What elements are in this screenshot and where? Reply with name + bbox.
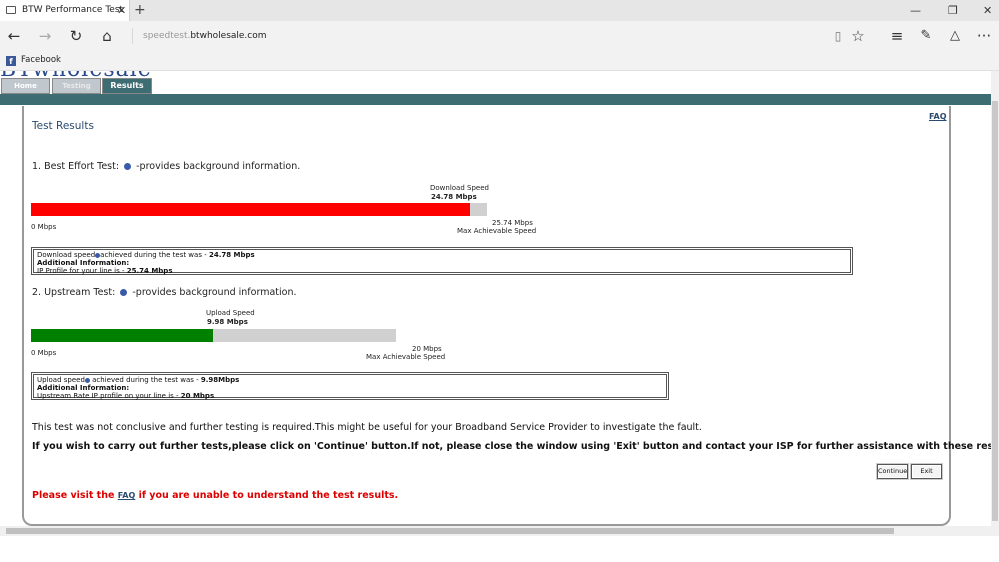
download-max-value: 25.74 Mbps bbox=[492, 219, 533, 227]
home-icon[interactable]: ⌂ bbox=[97, 26, 117, 46]
inconclusive-message: This test was not conclusive and further… bbox=[32, 422, 702, 433]
download-min-label: 0 Mbps bbox=[31, 223, 57, 231]
favorites-bar: f Facebook bbox=[0, 51, 999, 71]
faq-link[interactable]: FAQ bbox=[929, 112, 947, 121]
upload-min-label: 0 Mbps bbox=[31, 349, 57, 357]
nav-tab-results[interactable]: Results bbox=[102, 78, 152, 94]
faq-link-inline[interactable]: FAQ bbox=[118, 491, 136, 500]
download-bar-fill bbox=[31, 203, 470, 216]
download-bar-track bbox=[31, 203, 487, 216]
upload-max-value: 20 Mbps bbox=[412, 345, 442, 353]
address-bar[interactable]: speedtest.btwholesale.com bbox=[132, 28, 822, 44]
header-band bbox=[0, 94, 991, 105]
minimize-icon[interactable]: — bbox=[910, 0, 921, 21]
share-icon[interactable]: △ bbox=[945, 26, 965, 46]
page-content: BTwholesale Home Testing Results Test Re… bbox=[0, 71, 991, 526]
facebook-icon: f bbox=[6, 56, 16, 66]
tab-title: BTW Performance Test bbox=[22, 5, 124, 15]
nav-tab-testing[interactable]: Testing bbox=[52, 78, 101, 94]
status-area bbox=[0, 536, 999, 562]
favorite-facebook[interactable]: Facebook bbox=[21, 55, 61, 65]
upload-max-label: Max Achievable Speed bbox=[366, 353, 446, 361]
page-icon bbox=[6, 6, 16, 14]
vertical-scrollbar[interactable] bbox=[991, 71, 999, 526]
browser-tab[interactable]: BTW Performance Test ✕ bbox=[0, 0, 130, 21]
upload-speed-label: Upload Speed bbox=[206, 309, 255, 317]
upload-bar-track bbox=[31, 329, 396, 342]
horizontal-scrollbar[interactable] bbox=[0, 526, 999, 536]
download-max-label: Max Achievable Speed bbox=[457, 227, 537, 235]
instruction-message: If you wish to carry out further tests,p… bbox=[32, 441, 991, 452]
restore-icon[interactable]: ❐ bbox=[948, 0, 958, 21]
hub-icon[interactable]: ≡ bbox=[887, 26, 907, 46]
refresh-icon[interactable]: ↻ bbox=[66, 26, 86, 46]
reading-view-icon[interactable]: ▯ bbox=[828, 26, 848, 46]
address-host-prefix: speedtest. bbox=[143, 31, 191, 41]
exit-button[interactable]: Exit bbox=[911, 464, 942, 479]
info-icon[interactable] bbox=[120, 289, 128, 296]
upstream-title: 2. Upstream Test: -provides background i… bbox=[32, 287, 297, 298]
results-panel: Test Results FAQ 1. Best Effort Test: -p… bbox=[22, 106, 991, 526]
forward-icon[interactable]: → bbox=[35, 26, 55, 46]
address-host: btwholesale.com bbox=[190, 31, 267, 41]
vertical-scroll-thumb[interactable] bbox=[992, 101, 998, 521]
tab-bar: BTW Performance Test ✕ + — ❐ ✕ bbox=[0, 0, 999, 21]
new-tab-icon[interactable]: + bbox=[134, 0, 146, 21]
upload-summary-box: Upload speed achieved during the test wa… bbox=[31, 372, 669, 400]
upload-bar-fill bbox=[31, 329, 214, 342]
download-speed-label: Download Speed bbox=[430, 184, 489, 192]
close-window-icon[interactable]: ✕ bbox=[983, 0, 992, 21]
more-icon[interactable]: ··· bbox=[974, 26, 994, 46]
close-tab-icon[interactable]: ✕ bbox=[117, 0, 126, 21]
navigation-bar: ← → ↻ ⌂ speedtest.btwholesale.com ▯ ☆ ≡ … bbox=[0, 21, 999, 51]
continue-button[interactable]: Continue bbox=[877, 464, 908, 479]
page-title: Test Results bbox=[32, 120, 94, 132]
nav-tab-home[interactable]: Home bbox=[1, 78, 50, 94]
best-effort-title: 1. Best Effort Test: -provides backgroun… bbox=[32, 161, 301, 172]
faq-note: Please visit the FAQ if you are unable t… bbox=[32, 490, 399, 501]
download-summary-box: Download speed achieved during the test w… bbox=[31, 247, 853, 275]
download-speed-value: 24.78 Mbps bbox=[431, 193, 477, 201]
back-icon[interactable]: ← bbox=[4, 26, 24, 46]
favorite-star-icon[interactable]: ☆ bbox=[848, 26, 868, 46]
info-icon[interactable] bbox=[124, 163, 132, 170]
upload-speed-value: 9.98 Mbps bbox=[207, 318, 248, 326]
horizontal-scroll-thumb[interactable] bbox=[6, 528, 894, 534]
web-note-icon[interactable]: ✎ bbox=[916, 26, 936, 46]
